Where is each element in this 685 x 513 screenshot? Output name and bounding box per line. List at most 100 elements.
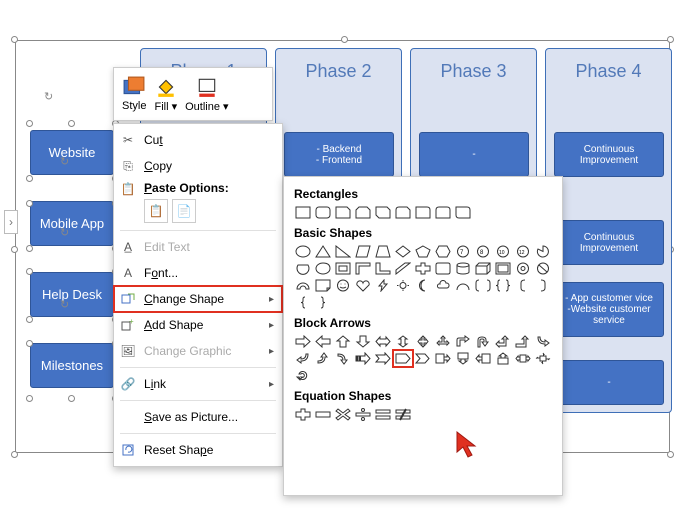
- shape-arrow-curved-right[interactable]: [534, 334, 552, 349]
- shape-right-triangle[interactable]: [334, 244, 352, 259]
- shape-triangle[interactable]: [314, 244, 332, 259]
- shape-snip-same[interactable]: [354, 205, 372, 220]
- shape-right-brace[interactable]: [314, 295, 332, 310]
- shape-cube[interactable]: [474, 261, 492, 276]
- shape-arrow-leftup[interactable]: [494, 334, 512, 349]
- shape-heart[interactable]: [354, 278, 372, 293]
- shape-cloud[interactable]: [434, 278, 452, 293]
- shape-plaque[interactable]: [434, 261, 452, 276]
- sel-handle[interactable]: [26, 395, 33, 402]
- shape-diamond[interactable]: [394, 244, 412, 259]
- shape-arrow-down[interactable]: [354, 334, 372, 349]
- style-button[interactable]: Style: [122, 76, 146, 112]
- shape-frame[interactable]: [334, 261, 352, 276]
- shape-folded-corner[interactable]: [314, 278, 332, 293]
- shape-snip-round[interactable]: [394, 205, 412, 220]
- sel-handle[interactable]: [26, 340, 33, 347]
- shape-octagon[interactable]: 8: [474, 244, 492, 259]
- shape-arrow-bent[interactable]: [454, 334, 472, 349]
- fill-button[interactable]: Fill ▾: [154, 76, 177, 113]
- side-item-helpdesk[interactable]: Help Desk: [30, 272, 114, 317]
- cell-backend[interactable]: - Backend - Frontend: [284, 132, 394, 177]
- sel-handle[interactable]: [26, 245, 33, 252]
- shape-plus[interactable]: [294, 407, 312, 422]
- shape-round-diag[interactable]: [454, 205, 472, 220]
- sel-handle[interactable]: [667, 451, 674, 458]
- shape-rectangle[interactable]: [294, 205, 312, 220]
- shape-arc[interactable]: [454, 278, 472, 293]
- shape-parallelogram[interactable]: [354, 244, 372, 259]
- shape-can[interactable]: [454, 261, 472, 276]
- shape-sun[interactable]: [394, 278, 412, 293]
- shape-teardrop[interactable]: [314, 261, 332, 276]
- side-item-mobile[interactable]: Mobile App: [30, 201, 114, 246]
- shape-arrow-quad-callout[interactable]: [534, 351, 552, 366]
- shape-arrow-striped[interactable]: [354, 351, 372, 366]
- outline-button[interactable]: Outline ▾: [185, 76, 228, 113]
- shape-left-bracket[interactable]: [514, 278, 532, 293]
- menu-cut[interactable]: ✂Cut: [114, 127, 282, 153]
- side-item-milestones[interactable]: Milestones: [30, 343, 114, 388]
- shape-arrow-leftrightup[interactable]: [434, 334, 452, 349]
- shape-arrow-quad[interactable]: [414, 334, 432, 349]
- sel-handle[interactable]: [68, 120, 75, 127]
- shape-arrow-lr-callout[interactable]: [514, 351, 532, 366]
- sel-handle[interactable]: [11, 246, 18, 253]
- shape-cross[interactable]: [414, 261, 432, 276]
- shape-snip-diag[interactable]: [374, 205, 392, 220]
- sel-handle[interactable]: [341, 36, 348, 43]
- shape-left-brace[interactable]: [294, 295, 312, 310]
- shape-arrow-notched[interactable]: [374, 351, 392, 366]
- shape-multiply[interactable]: [334, 407, 352, 422]
- shape-l-shape[interactable]: [374, 261, 392, 276]
- shape-rounded-rect[interactable]: [314, 205, 332, 220]
- cell-dash[interactable]: -: [419, 132, 529, 177]
- menu-link[interactable]: 🔗Link▸: [114, 371, 282, 397]
- menu-save-picture[interactable]: Save as Picture...: [114, 404, 282, 430]
- shape-arrow-chevron[interactable]: [414, 351, 432, 366]
- shape-donut[interactable]: [514, 261, 532, 276]
- sel-handle[interactable]: [26, 120, 33, 127]
- shape-not-equal[interactable]: [394, 407, 412, 422]
- shape-arrow-uturn[interactable]: [474, 334, 492, 349]
- shape-arrow-curved-up[interactable]: [314, 351, 332, 366]
- shape-divide[interactable]: [354, 407, 372, 422]
- shape-arrow-right-callout[interactable]: [434, 351, 452, 366]
- paste-option-1[interactable]: 📋: [144, 199, 168, 223]
- shape-double-bracket[interactable]: [474, 278, 492, 293]
- menu-reset-shape[interactable]: Reset Shape: [114, 437, 282, 463]
- rotate-handle[interactable]: ↻: [60, 298, 72, 310]
- shape-snip-single[interactable]: [334, 205, 352, 220]
- shape-oval[interactable]: [294, 244, 312, 259]
- menu-change-shape[interactable]: Change Shape▸: [114, 286, 282, 312]
- cell-continuous-1[interactable]: Continuous Improvement: [554, 132, 664, 177]
- rotate-handle[interactable]: ↻: [60, 226, 72, 238]
- shape-arrow-curved-down[interactable]: [334, 351, 352, 366]
- rotate-handle[interactable]: ↻: [44, 90, 56, 102]
- shape-lightning[interactable]: [374, 278, 392, 293]
- menu-font[interactable]: AFont...: [114, 260, 282, 286]
- shape-pie[interactable]: [534, 244, 552, 259]
- shape-equal[interactable]: [374, 407, 392, 422]
- cell-dash-4[interactable]: -: [554, 360, 664, 405]
- sel-handle[interactable]: [68, 395, 75, 402]
- shape-arrow-updown[interactable]: [394, 334, 412, 349]
- menu-add-shape[interactable]: +Add Shape▸: [114, 312, 282, 338]
- sel-handle[interactable]: [26, 200, 33, 207]
- shape-arrow-bentup[interactable]: [514, 334, 532, 349]
- shape-bevel[interactable]: [494, 261, 512, 276]
- shape-arrow-up[interactable]: [334, 334, 352, 349]
- menu-copy[interactable]: ⎘Copy: [114, 153, 282, 179]
- shape-trapezoid[interactable]: [374, 244, 392, 259]
- side-item-website[interactable]: Website: [30, 130, 114, 175]
- shape-hexagon[interactable]: [434, 244, 452, 259]
- rotate-handle[interactable]: ↻: [60, 155, 72, 167]
- shape-round-single[interactable]: [414, 205, 432, 220]
- shape-smiley[interactable]: [334, 278, 352, 293]
- shape-no-symbol[interactable]: [534, 261, 552, 276]
- shape-half-frame[interactable]: [354, 261, 372, 276]
- shape-dodecagon[interactable]: 12: [514, 244, 532, 259]
- shape-double-brace[interactable]: [494, 278, 512, 293]
- shape-arrow-down-callout[interactable]: [454, 351, 472, 366]
- shape-arrow-pentagon[interactable]: [394, 351, 412, 366]
